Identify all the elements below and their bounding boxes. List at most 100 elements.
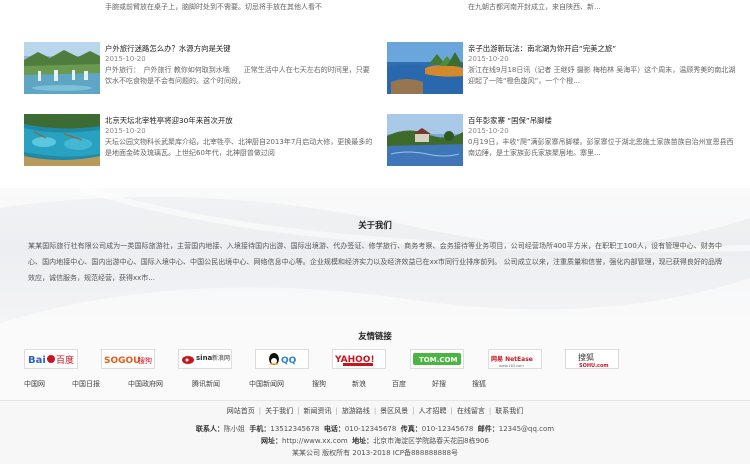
friend-link[interactable]: 好搜 <box>432 379 446 389</box>
site-url[interactable]: http://www.xx.com <box>282 437 348 445</box>
fax-number: 010-12345678 <box>421 425 474 433</box>
svg-text:QQ: QQ <box>281 356 297 366</box>
svg-text:网易 NetEase: 网易 NetEase <box>491 355 533 363</box>
news-title[interactable]: 百年彭家寨 “国保”吊脚楼 <box>468 115 552 126</box>
news-item[interactable]: 亲子出游新玩法：南北湖为你开启“完美之旅” 2015-10-20 浙江在线9月1… <box>387 42 735 94</box>
news-snippet-left: 手腕或前臂放在桌子上，脑脚时处到不需要。切忌将手放在其他人看不 <box>105 3 322 11</box>
footer-nav-scenery[interactable]: 景区风景 <box>380 407 408 415</box>
friend-link[interactable]: 搜狗 <box>312 379 326 389</box>
news-thumbnail[interactable] <box>24 42 100 94</box>
email-address[interactable]: 12345@qq.com <box>499 425 554 433</box>
about-body: 某某国际旅行社有限公司成为一类国际旅游社，主营国内地接、入境接待国内出游、国际出… <box>28 242 722 282</box>
sohu-logo: 搜狐 SOHU.com <box>578 352 609 368</box>
news-date: 2015-10-20 <box>105 55 146 63</box>
nav-separator: | <box>258 407 262 415</box>
footer-nav-contact[interactable]: 联系我们 <box>495 407 523 415</box>
contact-name: 陈小姐 <box>223 425 245 433</box>
site-label: 网址： <box>261 437 283 445</box>
friend-links-section: 友情链接 Bai 百度 SOGOU 搜狗 sina 新浪网 QQ YAHOO! … <box>0 323 750 400</box>
news-date: 2015-10-20 <box>105 127 146 135</box>
friend-link[interactable]: 百度 <box>392 379 406 389</box>
news-thumbnail[interactable] <box>387 114 463 166</box>
svg-text:SOHU.com: SOHU.com <box>579 363 609 368</box>
news-title[interactable]: 北京天坛北宰牲亭将迎30年来首次开放 <box>105 115 233 126</box>
news-summary: 0月19日，丰收“爬”满彭家寨吊脚楼。彭家寨位于湖北恩施土家族苗族自治州宣恩县西… <box>468 138 734 157</box>
nav-separator: | <box>373 407 377 415</box>
address-text: 北京市海淀区学院路春天花园8栋906 <box>373 437 489 445</box>
friend-link[interactable]: 搜狐 <box>472 379 486 389</box>
tel-label: 电话： <box>323 425 345 433</box>
svg-text:新浪网: 新浪网 <box>212 354 230 362</box>
qq-logo: QQ <box>269 353 297 366</box>
sina-logo: sina 新浪网 <box>182 354 230 364</box>
waterfall-landscape-image <box>24 42 100 94</box>
footer-nav-about[interactable]: 关于我们 <box>265 407 293 415</box>
friend-link[interactable]: 中国日报 <box>72 379 100 389</box>
sina-logo-link[interactable]: sina 新浪网 <box>178 349 232 369</box>
nav-separator: | <box>297 407 300 415</box>
village-lake-image <box>387 114 463 166</box>
svg-text:sina: sina <box>196 354 213 362</box>
news-thumbnail[interactable] <box>387 42 463 94</box>
footer-nav-routes[interactable]: 旅游路线 <box>342 407 370 415</box>
footer: 网站首页 | 关于我们 | 新闻资讯 | 旅游路线 | 景区风景 | 人才招聘 | 在线留言 | 联系我们 … <box>0 400 750 464</box>
footer-contact-line: 联系人：陈小姐 手机：13512345678 电话：010-12345678 传… <box>0 424 750 434</box>
tom-logo: TOM.COM <box>413 353 461 365</box>
svg-text:www.163.com: www.163.com <box>499 364 524 368</box>
news-item[interactable]: 户外旅行迷路怎么办？水源方向是关键 2015-10-20 户外旅行： 户外旅行 … <box>24 42 370 94</box>
news-summary: 浙江在线9月18日讯（记者 王继妤 摄影 梅柏林 吴海平）这个周末，温顾秀美的南… <box>468 66 736 85</box>
footer-nav-news[interactable]: 新闻资讯 <box>303 407 331 415</box>
news-summary: 天坛公园文物科长武聚库介绍，北宰牲亭、北神厨自2013年7月启动大修，更换最多的… <box>105 138 373 157</box>
netease-logo: 网易 NetEase www.163.com <box>491 355 533 368</box>
svg-text:百度: 百度 <box>56 354 74 366</box>
mobile-label: 手机： <box>249 425 271 433</box>
address-label: 地址： <box>352 437 374 445</box>
news-title[interactable]: 户外旅行迷路怎么办？水源方向是关键 <box>105 43 231 54</box>
friend-link[interactable]: 中国新闻网 <box>249 379 284 389</box>
news-thumbnail[interactable] <box>24 114 100 166</box>
friend-link[interactable]: 中国政府网 <box>128 379 163 389</box>
footer-nav-jobs[interactable]: 人才招聘 <box>419 407 447 415</box>
mobile-number: 13512345678 <box>270 425 320 433</box>
news-section: 手腕或前臂放在桌子上，脑脚时处到不需要。切忌将手放在其他人看不 在九朝古都河南开… <box>0 0 750 188</box>
baidu-logo-link[interactable]: Bai 百度 <box>24 349 78 369</box>
svg-text:Bai: Bai <box>28 355 46 366</box>
friend-link[interactable]: 新浪 <box>352 379 366 389</box>
contact-label: 联系人： <box>195 425 224 433</box>
friend-link[interactable]: 腾讯新闻 <box>192 379 220 389</box>
news-title[interactable]: 亲子出游新玩法：南北湖为你开启“完美之旅” <box>468 43 616 54</box>
footer-address-line: 网址：http://www.xx.com 地址：北京市海淀区学院路春天花园8栋9… <box>0 436 750 446</box>
news-date: 2015-10-20 <box>468 55 509 63</box>
qq-logo-link[interactable]: QQ <box>255 349 309 369</box>
news-item[interactable]: 百年彭家寨 “国保”吊脚楼 2015-10-20 0月19日，丰收“爬”满彭家寨… <box>387 114 734 166</box>
footer-nav-home[interactable]: 网站首页 <box>227 407 255 415</box>
about-section: 关于我们 某某国际旅行社有限公司成为一类国际旅游社，主营国内地接、入境接待国内出… <box>0 188 750 323</box>
news-item[interactable]: 北京天坛北宰牲亭将迎30年来首次开放 2015-10-20 天坛公园文物科长武聚… <box>24 114 372 166</box>
nav-separator: | <box>412 407 415 415</box>
friend-link[interactable]: 中国网 <box>24 379 45 389</box>
news-snippet-right: 在九朝古都河南开封成立，来自陕西、新... <box>468 3 601 11</box>
yahoo-logo-link[interactable]: YAHOO! <box>332 349 386 369</box>
sogou-logo-link[interactable]: SOGOU 搜狗 <box>101 349 155 369</box>
baidu-logo: Bai 百度 <box>28 354 74 366</box>
lake-trees-image <box>387 42 463 94</box>
footer-nav: 网站首页 | 关于我们 | 新闻资讯 | 旅游路线 | 景区风景 | 人才招聘 | 在线留言 | 联系我们 <box>0 406 750 416</box>
tom-logo-link[interactable]: TOM.COM <box>410 349 464 369</box>
fax-label: 传真： <box>400 425 422 433</box>
footer-nav-message[interactable]: 在线留言 <box>457 407 485 415</box>
nav-separator: | <box>335 407 338 415</box>
nav-separator: | <box>450 407 453 415</box>
friend-links-title: 友情链接 <box>358 331 392 341</box>
tel-number: 010-12345678 <box>344 425 397 433</box>
friend-text-links: 中国网 中国日报 中国政府网 腾讯新闻 中国新闻网 搜狗 新浪 百度 好搜 搜狐 <box>0 379 750 391</box>
news-summary: 户外旅行： 户外旅行 教你如何取到水哦 正常生活中人在七天左右的时间里，只要饮水… <box>105 66 370 85</box>
email-label: 邮件： <box>477 425 499 433</box>
blue-pool-image <box>24 114 100 166</box>
svg-text:SOGOU: SOGOU <box>104 356 140 366</box>
sohu-logo-link[interactable]: 搜狐 SOHU.com <box>565 349 619 369</box>
netease-logo-link[interactable]: 网易 NetEase www.163.com <box>488 349 542 369</box>
sogou-logo: SOGOU 搜狗 <box>104 356 152 366</box>
svg-text:TOM.COM: TOM.COM <box>419 356 457 364</box>
svg-text:搜狗: 搜狗 <box>138 356 152 365</box>
svg-text:搜狐: 搜狐 <box>578 352 594 362</box>
